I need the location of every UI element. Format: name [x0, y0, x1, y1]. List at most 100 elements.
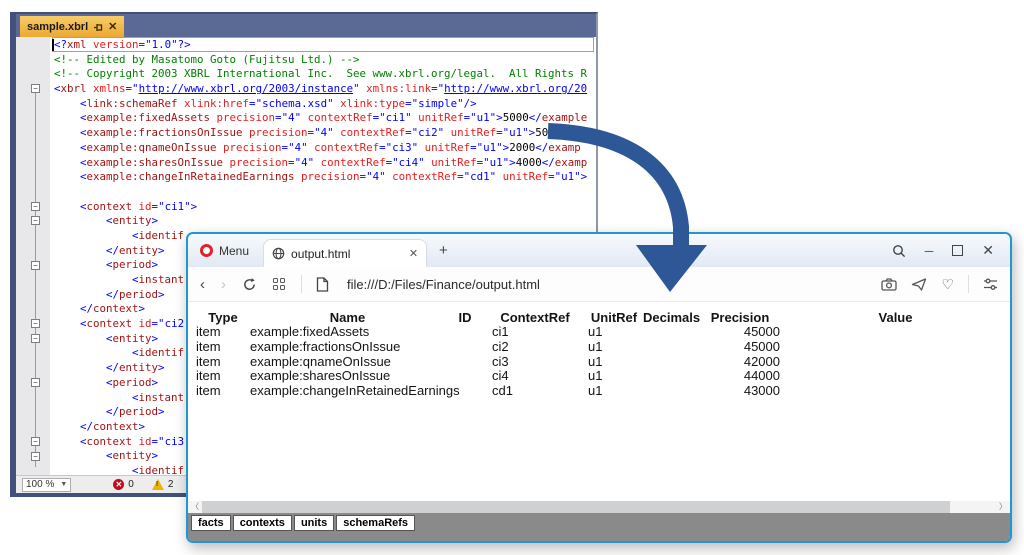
snapshot-camera-icon[interactable] [881, 278, 897, 291]
editor-tab-title: sample.xbrl [27, 21, 88, 33]
code-line: <example:sharesOnIssue precision="4" con… [54, 156, 596, 171]
search-icon[interactable] [892, 244, 906, 258]
sheet-tab-facts[interactable]: facts [191, 515, 231, 531]
sheet-tab-bar: factscontextsunitsschemaRefs [188, 513, 1010, 541]
table-header: Decimals [643, 310, 695, 325]
table-header: Type [196, 310, 250, 325]
sheet-tab-contexts[interactable]: contexts [233, 515, 292, 531]
url-field[interactable]: file:///D:/Files/Finance/output.html [347, 277, 540, 292]
scrollbar-track[interactable] [950, 501, 996, 513]
browser-tab-title: output.html [291, 247, 403, 261]
bookmark-heart-icon[interactable]: ♡ [941, 277, 954, 291]
table-cell: item [196, 369, 250, 384]
table-cell: cd1 [485, 384, 585, 399]
table-cell [643, 340, 695, 355]
code-line: <example:qnameOnIssue precision="4" cont… [54, 141, 596, 156]
table-cell [445, 369, 485, 384]
table-cell [785, 325, 1006, 340]
table-cell: ci1 [485, 325, 585, 340]
code-line: <entity> [54, 214, 596, 229]
minimize-button[interactable]: ─ [925, 244, 934, 258]
new-tab-button[interactable]: + [439, 242, 448, 259]
editor-tabstrip: sample.xbrl ✕ [16, 14, 596, 37]
sheet-tab-units[interactable]: units [294, 515, 334, 531]
code-line: <!-- Edited by Masatomo Goto (Fujitsu Lt… [54, 53, 596, 68]
table-cell: example:changeInRetainedEarnings [250, 384, 445, 399]
browser-page-content: TypeNameIDContextRefUnitRefDecimalsPreci… [188, 302, 1010, 501]
scroll-left-arrow-icon[interactable]: 〈 [188, 501, 202, 513]
zoom-level: 100 % [26, 479, 54, 490]
table-cell: example:fixedAssets [250, 325, 445, 340]
code-line: <link:schemaRef xlink:href="schema.xsd" … [54, 97, 596, 112]
fold-collapse-icon[interactable]: − [31, 84, 40, 93]
table-cell [445, 384, 485, 399]
table-cell [445, 355, 485, 370]
table-cell: example:fractionsOnIssue [250, 340, 445, 355]
back-icon[interactable]: ‹ [200, 277, 205, 292]
table-cell: u1 [585, 369, 643, 384]
fold-collapse-icon[interactable]: − [31, 334, 40, 343]
reload-icon[interactable] [242, 277, 257, 292]
table-header: ID [445, 310, 485, 325]
table-header: UnitRef [585, 310, 643, 325]
scrollbar-thumb[interactable] [202, 501, 950, 513]
table-cell [785, 355, 1006, 370]
code-line: <example:fractionsOnIssue precision="4" … [54, 126, 596, 141]
error-count: 0 [128, 479, 134, 490]
fold-guide-line [35, 93, 36, 467]
code-line [54, 185, 596, 200]
facts-table: TypeNameIDContextRefUnitRefDecimalsPreci… [188, 302, 1010, 399]
table-cell [785, 369, 1006, 384]
table-cell [445, 325, 485, 340]
menu-label: Menu [219, 244, 249, 258]
fold-collapse-icon[interactable]: − [31, 319, 40, 328]
table-cell: item [196, 355, 250, 370]
fold-collapse-icon[interactable]: − [31, 452, 40, 461]
fold-collapse-icon[interactable]: − [31, 216, 40, 225]
maximize-button[interactable] [952, 245, 963, 256]
close-button[interactable]: ✕ [982, 242, 994, 259]
table-cell: 45000 [695, 340, 785, 355]
table-cell [643, 384, 695, 399]
tab-close-icon[interactable]: ✕ [409, 247, 418, 260]
easy-setup-sliders-icon[interactable] [983, 278, 998, 291]
fold-collapse-icon[interactable]: − [31, 378, 40, 387]
divider [968, 275, 969, 293]
table-cell: item [196, 384, 250, 399]
table-cell [643, 355, 695, 370]
send-to-flow-icon[interactable] [911, 278, 927, 291]
warning-icon: ! [152, 479, 164, 490]
table-header: Precision [695, 310, 785, 325]
editor-document-tab[interactable]: sample.xbrl ✕ [20, 16, 124, 37]
table-cell: ci4 [485, 369, 585, 384]
page-icon[interactable] [316, 277, 329, 292]
table-header: ContextRef [485, 310, 585, 325]
table-cell: u1 [585, 355, 643, 370]
table-cell: 42000 [695, 355, 785, 370]
table-cell: item [196, 325, 250, 340]
divider [301, 275, 302, 293]
horizontal-scrollbar[interactable]: 〈 〉 [188, 501, 1010, 513]
warning-count: 2 [168, 479, 174, 490]
speed-dial-icon[interactable] [273, 278, 285, 290]
fold-collapse-icon[interactable]: − [31, 202, 40, 211]
table-cell: example:sharesOnIssue [250, 369, 445, 384]
fold-collapse-icon[interactable]: − [31, 261, 40, 270]
browser-tab-output[interactable]: output.html ✕ [263, 239, 427, 267]
table-cell [785, 384, 1006, 399]
zoom-dropdown[interactable]: 100 % ▼ [22, 478, 71, 492]
pin-icon[interactable] [93, 22, 103, 32]
forward-icon[interactable]: › [221, 277, 226, 292]
error-icon: ✕ [113, 479, 124, 490]
screenshot-stage: sample.xbrl ✕ −−−−−−−−− <?xml version="1… [0, 0, 1024, 555]
browser-menu-button[interactable]: Menu [200, 244, 249, 258]
table-cell: example:qnameOnIssue [250, 355, 445, 370]
scroll-right-arrow-icon[interactable]: 〉 [996, 501, 1010, 513]
tab-close-icon[interactable]: ✕ [108, 20, 117, 33]
table-cell [785, 340, 1006, 355]
editor-fold-margin: − − − − − − − − − [16, 37, 50, 475]
code-line: <xbrl xmlns="http://www.xbrl.org/2003/in… [54, 82, 596, 97]
table-cell [643, 325, 695, 340]
sheet-tab-schemaRefs[interactable]: schemaRefs [336, 515, 415, 531]
fold-collapse-icon[interactable]: − [31, 437, 40, 446]
